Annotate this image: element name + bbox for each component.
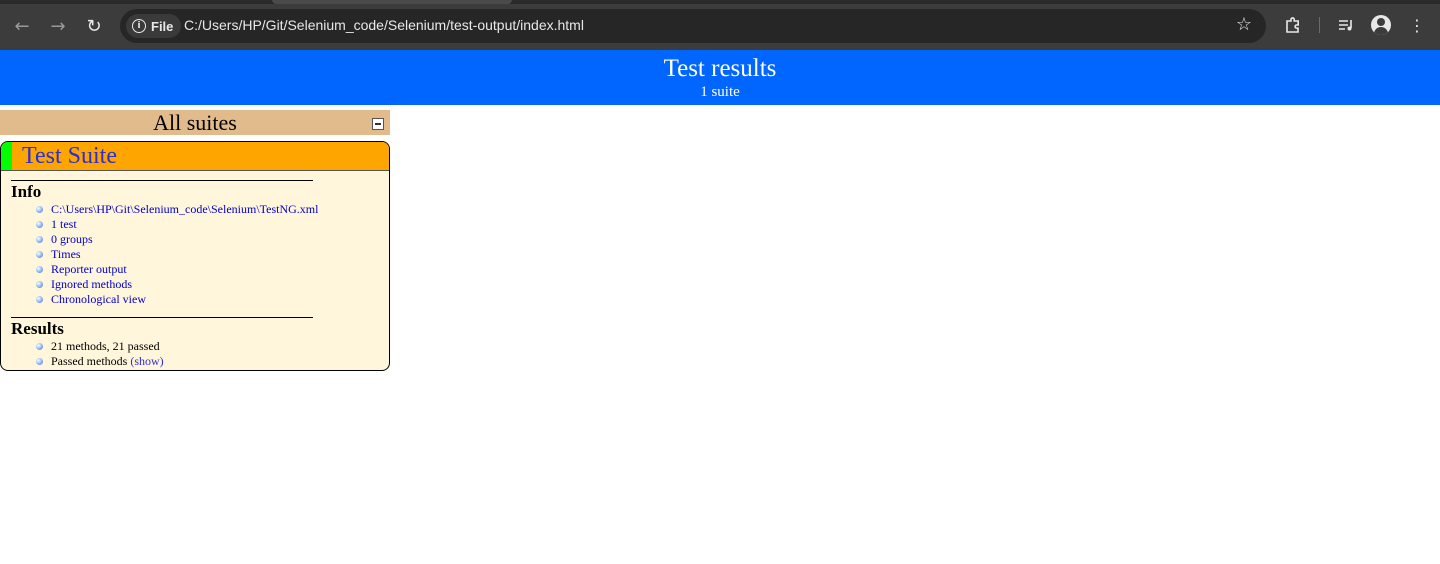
info-link-groups[interactable]: 0 groups: [51, 232, 93, 247]
extensions-puzzle-icon[interactable]: [1281, 13, 1305, 37]
info-heading: Info: [11, 182, 42, 201]
bullet-icon: [36, 251, 43, 258]
results-divider: [11, 317, 313, 318]
bullet-icon: [36, 281, 43, 288]
address-bar[interactable]: i File C:/Users/HP/Git/Selenium_code/Sel…: [120, 9, 1266, 43]
show-passed-link[interactable]: (show): [130, 354, 163, 368]
results-summary: 21 methods, 21 passed: [51, 339, 160, 353]
bullet-icon: [36, 236, 43, 243]
avatar-head: [1377, 18, 1385, 26]
bullet-icon: [36, 343, 43, 350]
collapse-icon[interactable]: [372, 118, 384, 130]
browser-toolbar: ← → ↻ i File C:/Users/HP/Git/Selenium_co…: [0, 0, 1440, 50]
reload-icon[interactable]: ↻: [81, 13, 107, 39]
info-link-times[interactable]: Times: [51, 247, 81, 262]
bullet-icon: [36, 296, 43, 303]
suite-name-link[interactable]: Test Suite: [22, 142, 117, 170]
bullet-icon: [36, 221, 43, 228]
media-queue-icon[interactable]: [1334, 13, 1358, 37]
forward-arrow-icon[interactable]: →: [45, 13, 71, 39]
page-header: Test results 1 suite: [0, 50, 1440, 105]
bullet-icon: [36, 266, 43, 273]
info-divider: [11, 180, 313, 181]
passed-methods-label: Passed methods: [51, 354, 128, 368]
page-title: Test results: [663, 55, 777, 82]
all-suites-title: All suites: [153, 110, 237, 135]
toolbar-separator: [1319, 17, 1320, 33]
info-link-xml[interactable]: C:\Users\HP\Git\Selenium_code\Selenium\T…: [51, 202, 318, 217]
avatar-body: [1374, 27, 1388, 35]
passed-methods-row: Passed methods (show): [51, 354, 164, 369]
info-link-tests[interactable]: 1 test: [51, 217, 77, 232]
info-link-chronological-view[interactable]: Chronological view: [51, 292, 146, 307]
site-info-chip[interactable]: i File: [126, 14, 182, 38]
info-link-reporter-output[interactable]: Reporter output: [51, 262, 127, 277]
info-link-ignored-methods[interactable]: Ignored methods: [51, 277, 132, 292]
file-chip-label: File: [151, 18, 174, 34]
tab-strip: [0, 0, 1440, 4]
info-icon: i: [132, 19, 146, 33]
suite-status-indicator: [1, 142, 12, 170]
url-text[interactable]: C:/Users/HP/Git/Selenium_code/Selenium/t…: [184, 17, 584, 33]
profile-avatar-icon[interactable]: [1371, 15, 1391, 35]
suite-header: Test Suite: [1, 142, 389, 171]
active-tab-edge[interactable]: [272, 0, 512, 4]
results-heading: Results: [11, 319, 64, 338]
suite-count: 1 suite: [700, 84, 740, 100]
back-arrow-icon[interactable]: ←: [9, 13, 35, 39]
bookmark-star-icon[interactable]: ☆: [1236, 14, 1252, 35]
bullet-icon: [36, 358, 43, 365]
bullet-icon: [36, 206, 43, 213]
all-suites-bar: All suites: [0, 110, 390, 135]
menu-dots-icon[interactable]: ⋮: [1405, 13, 1429, 37]
suite-panel: Test Suite Info C:\Users\HP\Git\Selenium…: [0, 141, 390, 371]
